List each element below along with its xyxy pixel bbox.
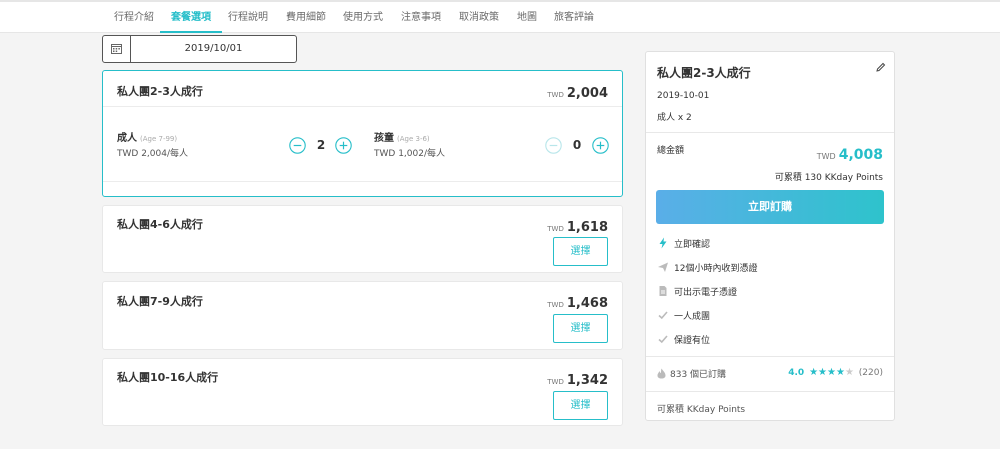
adult-plus-button[interactable]	[335, 137, 352, 154]
adult-qty: 2	[316, 138, 326, 152]
document-icon	[659, 286, 667, 296]
package-price: TWD 2,004	[547, 86, 608, 101]
divider	[103, 106, 622, 107]
package-name: 私人團7-9人成行	[117, 295, 203, 308]
package-card: 私人團4-6人成行 TWD 1,618 選擇	[102, 205, 623, 273]
child-minus-button[interactable]	[545, 137, 562, 154]
orders-count: 833 個已訂購	[657, 367, 726, 380]
star-empty-icon: ★	[844, 367, 854, 378]
tab-packages[interactable]: 套餐選項	[160, 11, 222, 33]
booking-summary: 私人團2-3人成行 2019-10-01 成人 x 2 總金額 TWD 4,008…	[645, 51, 895, 421]
tab-notes[interactable]: 注意事項	[401, 11, 441, 33]
adult-minus-button[interactable]	[289, 137, 306, 154]
star-icon: ★	[818, 367, 828, 378]
paper-plane-icon	[658, 262, 668, 272]
adult-unit-price: TWD 2,004/每人	[117, 149, 188, 159]
select-button[interactable]: 選擇	[553, 391, 608, 420]
star-icon: ★	[827, 367, 836, 378]
star-icon: ★	[809, 367, 819, 378]
summary-title: 私人團2-3人成行	[657, 66, 751, 80]
divider	[103, 181, 622, 182]
tab-cancellation[interactable]: 取消政策	[459, 11, 499, 33]
divider	[646, 356, 894, 357]
tab-fees[interactable]: 費用細節	[286, 11, 326, 33]
adult-label: 成人 (Age 7-99)	[117, 133, 178, 144]
select-button[interactable]: 選擇	[553, 314, 608, 343]
lightning-icon	[659, 237, 667, 249]
tab-bar: 行程介紹 套餐選項 行程說明 費用細節 使用方式 注意事項 取消政策 地圖 旅客…	[0, 0, 1000, 33]
fire-icon	[657, 368, 666, 379]
package-card: 私人團10-16人成行 TWD 1,342 選擇	[102, 358, 623, 426]
points-earned: 可累積 130 KKday Points	[774, 173, 883, 183]
tab-usage[interactable]: 使用方式	[343, 11, 383, 33]
package-price: TWD 1,468	[547, 296, 608, 311]
pencil-icon[interactable]	[875, 62, 886, 73]
package-name: 私人團2-3人成行	[117, 85, 203, 98]
total-label: 總金額	[657, 146, 685, 156]
summary-pax: 成人 x 2	[657, 113, 692, 123]
child-plus-button[interactable]	[592, 137, 609, 154]
child-unit-price: TWD 1,002/每人	[374, 149, 445, 159]
calendar-icon[interactable]	[103, 36, 131, 62]
check-icon	[658, 311, 668, 320]
package-name: 私人團4-6人成行	[117, 218, 203, 231]
star-icon: ★	[835, 367, 845, 378]
tab-itinerary[interactable]: 行程說明	[228, 11, 268, 33]
package-card-selected[interactable]: 私人團2-3人成行 TWD 2,004 成人 (Age 7-99) TWD 2,00…	[102, 70, 623, 197]
check-icon	[658, 335, 668, 344]
tab-map[interactable]: 地圖	[517, 11, 537, 33]
summary-date: 2019-10-01	[657, 91, 710, 101]
rating[interactable]: 4.0 ★★★★★ (220)	[788, 367, 883, 378]
book-now-button[interactable]: 立即訂購	[656, 190, 884, 224]
child-label: 孩童 (Age 3-6)	[374, 133, 430, 144]
package-price: TWD 1,342	[547, 373, 608, 388]
total-price: TWD 4,008	[816, 147, 883, 163]
child-qty: 0	[572, 138, 582, 152]
points-info: 可累積 KKday Points	[657, 405, 746, 415]
tab-reviews[interactable]: 旅客評論	[554, 11, 594, 33]
package-price: TWD 1,618	[547, 220, 608, 235]
date-picker[interactable]: 2019/10/01	[102, 35, 297, 63]
package-card: 私人團7-9人成行 TWD 1,468 選擇	[102, 281, 623, 350]
divider	[646, 391, 894, 392]
select-button[interactable]: 選擇	[553, 237, 608, 266]
tab-intro[interactable]: 行程介紹	[114, 11, 154, 33]
package-name: 私人團10-16人成行	[117, 371, 219, 384]
date-value: 2019/10/01	[184, 43, 243, 54]
divider	[646, 132, 894, 133]
